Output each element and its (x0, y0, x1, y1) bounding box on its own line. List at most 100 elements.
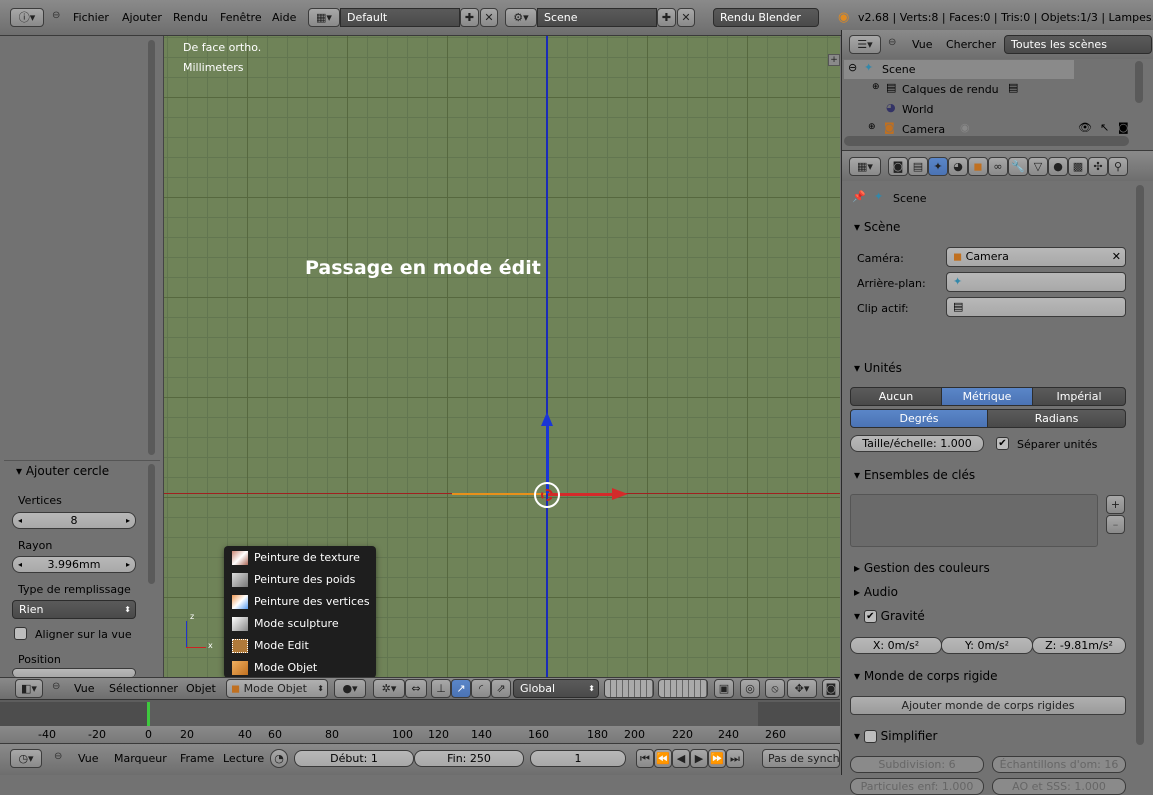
selected-circle-edge[interactable] (452, 493, 546, 495)
unit-metric-button[interactable]: Métrique (941, 387, 1033, 406)
menu-aide[interactable]: Aide (272, 11, 296, 24)
remove-layout-icon[interactable]: ✕ (480, 8, 498, 27)
remove-scene-icon[interactable]: ✕ (677, 8, 695, 27)
radians-button[interactable]: Radians (987, 409, 1126, 428)
world-tab-icon[interactable]: ◕ (948, 157, 968, 176)
editor-type-outliner-icon[interactable]: ☰▾ (849, 35, 881, 54)
properties-toggle-icon[interactable]: + (828, 54, 840, 66)
lock-layers-icon[interactable]: ▣ (714, 679, 734, 698)
jump-start-icon[interactable]: ⏮ (636, 749, 654, 768)
unit-imperial-button[interactable]: Impérial (1032, 387, 1126, 406)
proportional-edit-icon[interactable]: ◎ (740, 679, 760, 698)
constraints-tab-icon[interactable]: ∞ (988, 157, 1008, 176)
eye-icon[interactable]: 👁 (1078, 121, 1092, 134)
menu-weight-paint[interactable]: Peinture des poids (232, 569, 372, 591)
menu-objet[interactable]: Objet (186, 682, 216, 695)
add-layout-icon[interactable]: ✚ (460, 8, 479, 27)
editor-type-info-icon[interactable]: ⓘ▾ (10, 8, 44, 27)
menu-fenetre[interactable]: Fenêtre (220, 11, 262, 24)
separate-units-checkbox[interactable]: ✔ (996, 437, 1009, 450)
menu-object-mode[interactable]: Mode Objet (232, 657, 372, 679)
unit-none-button[interactable]: Aucun (850, 387, 942, 406)
menu-marqueur[interactable]: Marqueur (114, 752, 167, 765)
gravity-z-field[interactable]: Z: -9.81m/s² (1032, 637, 1126, 654)
increment-icon[interactable]: ▸ (126, 513, 130, 528)
decrement-icon[interactable]: ◂ (18, 513, 22, 528)
gravity-y-field[interactable]: Y: 0m/s² (941, 637, 1033, 654)
scale-length-field[interactable]: Taille/échelle: 1.000 (850, 435, 984, 452)
shadow-samples-field[interactable]: Échantillons d'om: 16 (992, 756, 1126, 773)
expand-icon[interactable]: ⊖ (848, 61, 857, 74)
collapse-icon[interactable]: ⊖ (52, 10, 60, 21)
layers-grid-2[interactable] (658, 679, 708, 698)
ao-sss-field[interactable]: AO et SSS: 1.000 (992, 778, 1126, 795)
x-arrow-icon[interactable] (612, 488, 628, 500)
menu-ajouter[interactable]: Ajouter (122, 11, 162, 24)
keying-sets-list[interactable] (850, 494, 1098, 547)
manipulator-toggle-icon[interactable]: ⇔ (405, 679, 427, 698)
increment-icon[interactable]: ▸ (126, 557, 130, 572)
texture-tab-icon[interactable]: ▩ (1068, 157, 1088, 176)
object-tab-icon[interactable]: ◼ (968, 157, 988, 176)
menu-lecture[interactable]: Lecture (223, 752, 264, 765)
screen-layout-field[interactable]: Default (340, 8, 460, 27)
degrees-button[interactable]: Degrés (850, 409, 988, 428)
gravity-checkbox[interactable]: ✔ (863, 610, 877, 623)
menu-edit-mode[interactable]: Mode Edit (232, 635, 372, 657)
orientation-select[interactable]: Global ⬍ (513, 679, 599, 698)
preview-range-icon[interactable]: ◔ (270, 749, 288, 768)
section-keying[interactable]: ▾ Ensembles de clés (854, 468, 975, 482)
cursor-icon[interactable]: ↖ (1100, 121, 1109, 134)
z-arrow-icon[interactable] (541, 412, 553, 426)
camera-field[interactable]: ◼ Camera ✕ (946, 247, 1126, 267)
section-rigid-body[interactable]: ▾ Monde de corps rigide (854, 669, 998, 683)
physics-tab-icon[interactable]: ⚲ (1108, 157, 1128, 176)
scene-field[interactable]: Scene (537, 8, 657, 27)
current-frame-marker[interactable] (147, 702, 150, 726)
screen-layout-icon[interactable]: ▦▾ (308, 8, 340, 27)
section-scene[interactable]: ▾ Scène (854, 220, 900, 234)
mode-select[interactable]: ◼ Mode Objet ⬍ (226, 679, 328, 698)
menu-selectionner[interactable]: Sélectionner (109, 682, 178, 695)
child-particles-field[interactable]: Particules enf: 1.000 (850, 778, 984, 795)
outliner-filter-select[interactable]: Toutes les scènes (1004, 35, 1152, 54)
play-reverse-icon[interactable]: ◀ (672, 749, 690, 768)
menu-chercher[interactable]: Chercher (946, 38, 996, 51)
jump-end-icon[interactable]: ⏭ (726, 749, 744, 768)
add-scene-icon[interactable]: ✚ (657, 8, 676, 27)
align-view-checkbox[interactable] (14, 627, 27, 640)
clip-field[interactable]: ▤ (946, 297, 1126, 317)
section-color-management[interactable]: ▸ Gestion des couleurs (854, 561, 990, 575)
end-frame-field[interactable]: Fin: 250 (414, 750, 524, 767)
editor-type-3d-icon[interactable]: ◧▾ (15, 679, 43, 698)
prev-key-icon[interactable]: ⏪ (654, 749, 672, 768)
properties-scrollbar[interactable] (1136, 185, 1144, 745)
scale-icon[interactable]: ⇗ (491, 679, 511, 698)
clear-icon[interactable]: ✕ (1112, 248, 1121, 266)
subdivision-field[interactable]: Subdivision: 6 (850, 756, 984, 773)
section-audio[interactable]: ▸ Audio (854, 585, 898, 599)
outliner-row-scene[interactable]: ⊖ ✦ Scene (844, 60, 1074, 79)
scene-tab-icon[interactable]: ✦ (928, 157, 948, 176)
radius-field[interactable]: ◂ 3.996mm ▸ (12, 556, 136, 573)
fill-type-select[interactable]: Rien ⬍ (12, 600, 136, 619)
layers-grid-1[interactable] (604, 679, 654, 698)
timeline-area[interactable]: -40 -20 0 20 40 60 80 100 120 140 160 18… (0, 699, 840, 744)
current-frame-field[interactable]: 1 (530, 750, 626, 767)
expand-icon[interactable]: ⊕ (868, 122, 876, 132)
operator-panel-title[interactable]: ▾ Ajouter cercle (16, 464, 109, 478)
sync-mode-select[interactable]: Pas de synchro (762, 749, 840, 768)
menu-rendu[interactable]: Rendu (173, 11, 208, 24)
menu-texture-paint[interactable]: Peinture de texture (232, 547, 372, 569)
modifiers-tab-icon[interactable]: 🔧 (1008, 157, 1028, 176)
editor-type-properties-icon[interactable]: ▦▾ (849, 157, 881, 176)
collapse-icon[interactable]: ⊖ (52, 681, 60, 692)
section-gravity[interactable]: ▾ ✔ Gravité (854, 609, 925, 623)
menu-frame[interactable]: Frame (180, 752, 214, 765)
outliner-row-render-layers[interactable]: ⊕ ▤ Calques de rendu ▤ (842, 79, 1153, 99)
material-tab-icon[interactable]: ● (1048, 157, 1068, 176)
snap-element-icon[interactable]: ✥▾ (787, 679, 817, 698)
expand-icon[interactable]: ⊕ (872, 82, 880, 92)
menu-vertex-paint[interactable]: Peinture des vertices (232, 591, 372, 613)
vertices-field[interactable]: ◂ 8 ▸ (12, 512, 136, 529)
